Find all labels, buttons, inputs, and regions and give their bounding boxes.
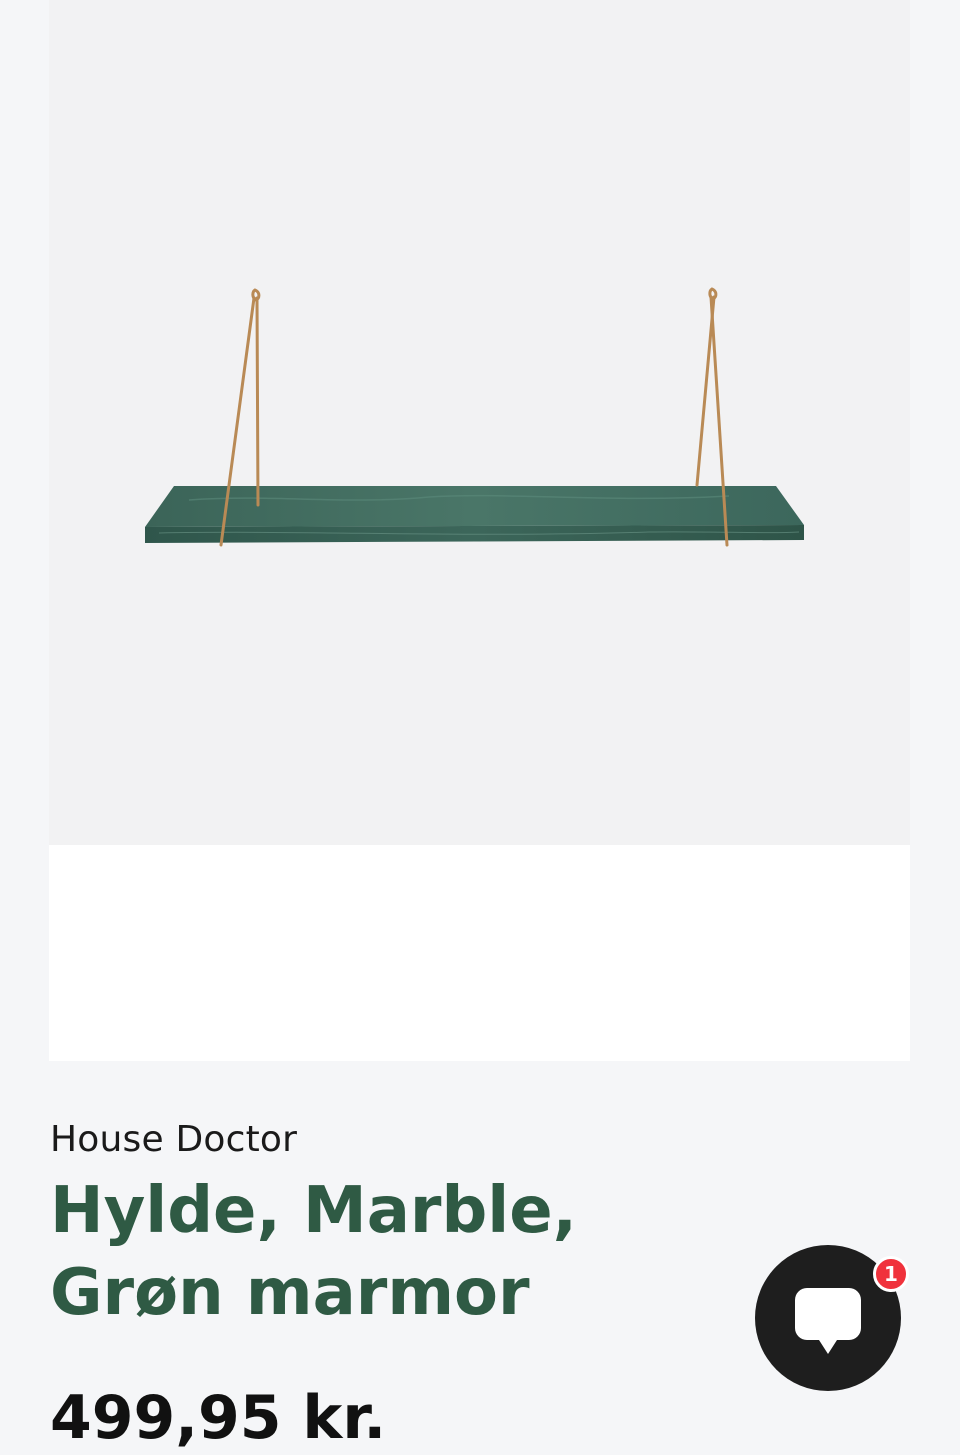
product-title: Hylde, Marble, Grøn marmor — [50, 1174, 577, 1330]
shelf-top — [145, 486, 804, 527]
image-caption-area — [49, 845, 910, 1061]
product-page: House Doctor Hylde, Marble, Grøn marmor … — [0, 0, 960, 1455]
shelf-illustration — [145, 287, 804, 547]
chat-bubble-icon — [795, 1288, 861, 1354]
chat-notification-badge: 1 — [873, 1256, 909, 1292]
product-price: 499,95 kr. — [50, 1383, 387, 1453]
product-image[interactable] — [49, 0, 910, 845]
product-brand[interactable]: House Doctor — [50, 1118, 297, 1162]
